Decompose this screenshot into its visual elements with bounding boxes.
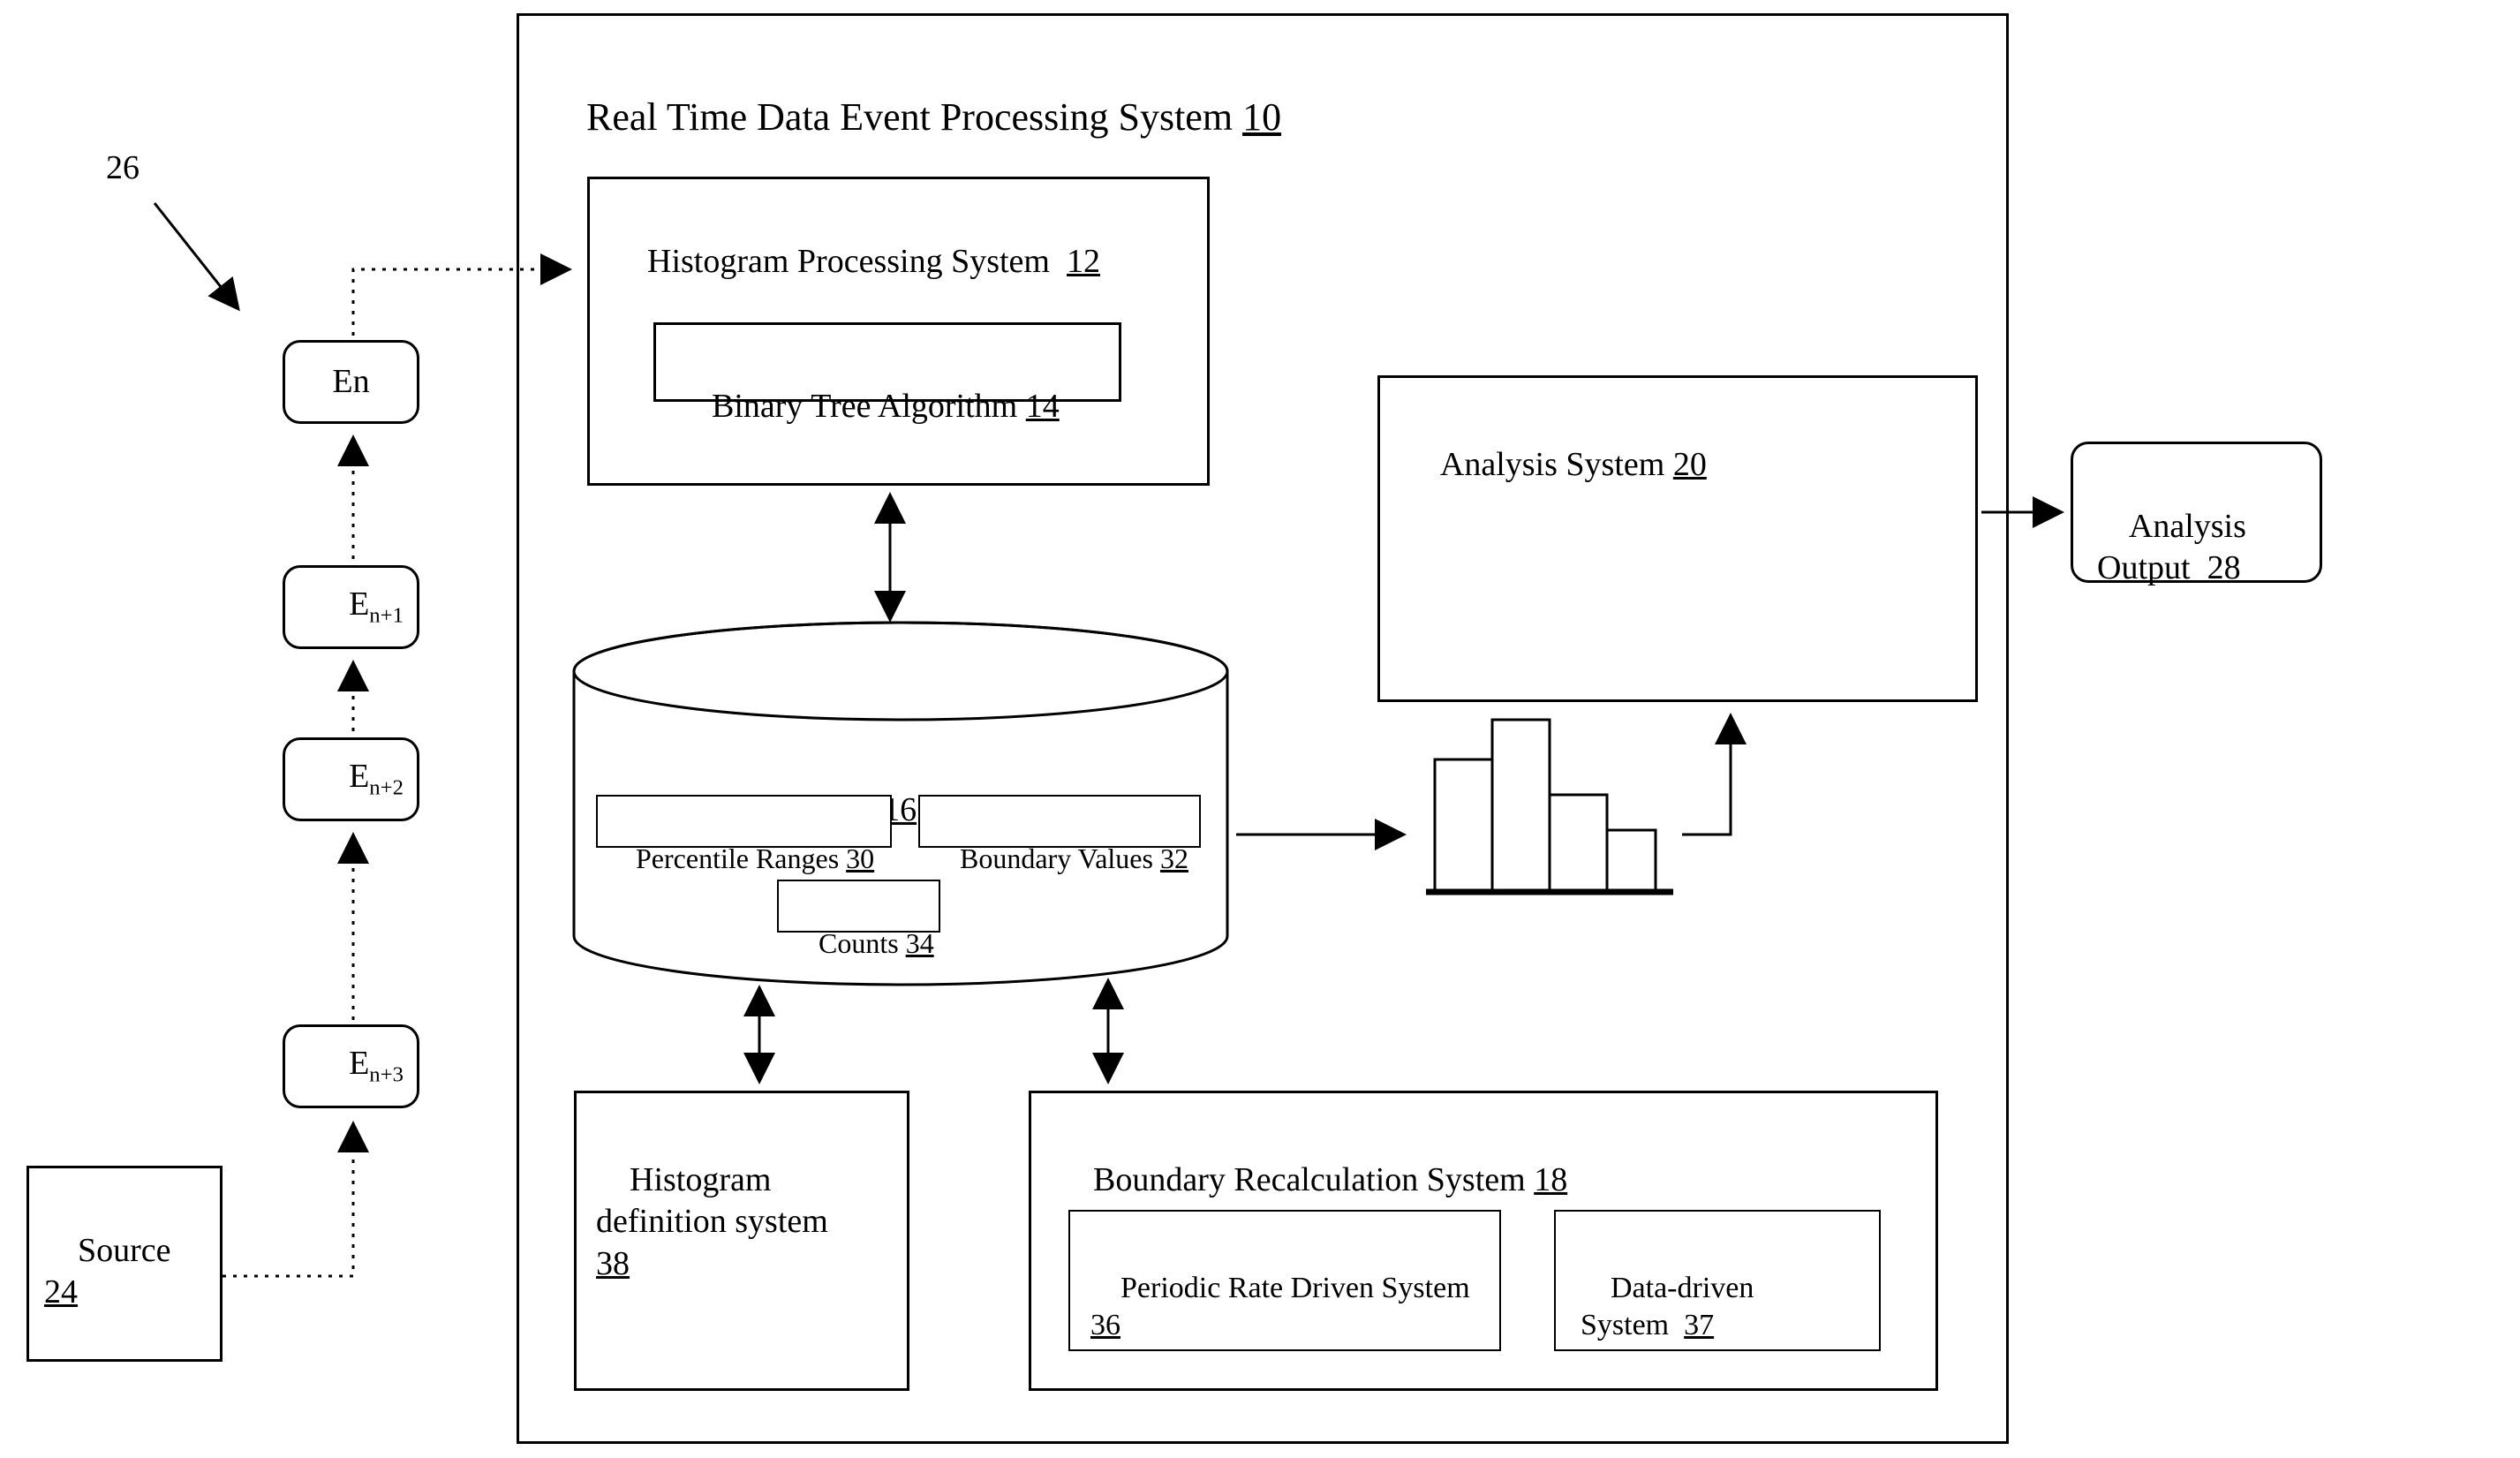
bintree-title: Binary Tree Algorithm 14 (678, 344, 1060, 470)
event-en3: En+3 (283, 1024, 419, 1108)
histdef-label: Histogram definition system 38 (596, 1117, 828, 1327)
histogram-icon (1408, 706, 1691, 910)
boundvals-label: Boundary Values 32 (932, 805, 1188, 911)
event-en2: En+2 (283, 737, 419, 821)
hist-proc-title: Histogram Processing System 12 (614, 199, 1100, 325)
datadriven-label: Data-driven System 37 (1581, 1232, 1754, 1382)
analysis-title: Analysis System 20 (1408, 402, 1707, 528)
system-title: Real Time Data Event Processing System 1… (547, 44, 1281, 190)
diagram-canvas: Real Time Data Event Processing System 1… (0, 0, 2520, 1458)
output-label: Analysis Output 28 (2097, 464, 2246, 631)
periodic-label: Periodic Rate Driven System 36 (1090, 1232, 1470, 1382)
counts-label: Counts 34 (790, 890, 934, 996)
source-label: Source 24 (44, 1188, 171, 1356)
event-en1: En+1 (283, 565, 419, 649)
callout-26: 26 (106, 147, 140, 190)
event-en: En (283, 340, 419, 424)
